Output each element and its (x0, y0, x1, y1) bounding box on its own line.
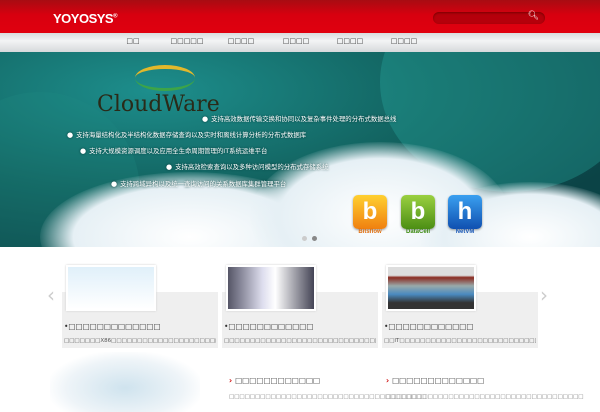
hero-banner[interactable]: CloudWare 支持高效数据传输交换和协同以及复杂事件处理的分布式数据总线 … (0, 52, 600, 247)
carousel-prev-button[interactable]: ‹ (47, 283, 55, 307)
datacenter-image[interactable] (226, 265, 316, 311)
logo-text: YOYOSYS (53, 11, 114, 26)
card-description: □□□□□□□□□□□□□□□□□□□□□□□□□□□□□□□□□□□□□□□□… (224, 338, 376, 344)
media-cloud-image[interactable] (66, 265, 156, 311)
banner-bullet: 支持高效数据传输交换和协同以及复杂事件处理的分布式数据总线 (202, 114, 396, 123)
netvm-icon[interactable]: h (448, 195, 482, 229)
banner-bullet: 支持海量结构化及半结构化数据存储查询以及实时和离线计算分析的分布式数据库 (67, 130, 306, 139)
nav-item-home[interactable]: □□ (126, 37, 139, 45)
card-title[interactable]: •□□□□□□□□□□□□ (384, 322, 473, 331)
search-icon[interactable]: 🔍︎ (528, 11, 539, 21)
banner-bullet: 支持高效检索查询以及多种访问模型的分布式存储系统 (166, 162, 328, 171)
nav-item-2[interactable]: □□□□□ (170, 37, 203, 45)
header: YOYOSYS® 🔍︎ (0, 0, 600, 33)
registered-mark: ® (113, 13, 117, 20)
main-nav: □□ □□□□□ □□□□ □□□□ □□□□ □□□□ (0, 33, 600, 52)
carousel-dot-active[interactable] (312, 236, 317, 241)
logo[interactable]: YOYOSYS® (53, 11, 117, 26)
banner-bullet: 支持大规模资源调度以及应用全生命周期管理的IT系统运维平台 (80, 146, 267, 155)
cloudware-logo-icon (135, 65, 195, 91)
card-title[interactable]: •□□□□□□□□□□□□ (224, 322, 313, 331)
bitsflow-icon[interactable]: b (353, 195, 387, 229)
card-title[interactable]: •□□□□□□□□□□□□□ (64, 322, 161, 331)
nav-item-6[interactable]: □□□□ (391, 37, 417, 45)
decorative-image (50, 352, 200, 412)
nav-item-4[interactable]: □□□□ (283, 37, 309, 45)
news-item: › □□□□□□□□□□□□□ (386, 376, 484, 385)
chevron-right-icon: › (229, 376, 233, 385)
nav-item-3[interactable]: □□□□ (228, 37, 254, 45)
bitsflow-label: Bitsflow (358, 229, 382, 235)
chevron-right-icon: › (386, 376, 390, 385)
card-description: □□IT□□□□□□□□□□□□□□□□□□□□□□□□□□□□□□□□□□□□… (384, 338, 536, 344)
netvm-label: NetVM (455, 229, 475, 235)
card-description: □□□□□□□X86□□□□□□□□□□□□□□□□□□□□□□□□□□□□□□… (64, 338, 216, 344)
datacell-label: DataCell (405, 229, 431, 235)
banner-bullet: 支持跨域异构以及统一查询访问的关系数据库集群管理平台 (111, 179, 286, 188)
nav-item-5[interactable]: □□□□ (337, 37, 363, 45)
news-title[interactable]: □□□□□□□□□□□□□ (392, 376, 484, 385)
news-item: › □□□□□□□□□□□□ (229, 376, 320, 385)
carousel-dot[interactable] (302, 236, 307, 241)
news-title[interactable]: □□□□□□□□□□□□ (235, 376, 320, 385)
carousel-next-button[interactable]: › (540, 283, 548, 307)
control-room-image[interactable] (386, 265, 476, 311)
datacell-icon[interactable]: b (401, 195, 435, 229)
search-input[interactable]: 🔍︎ (433, 11, 545, 24)
news-description: □□□□□□□□□□□□□□□□□□□□□□□□□□□□□□□□□□□□□□ (386, 394, 584, 400)
